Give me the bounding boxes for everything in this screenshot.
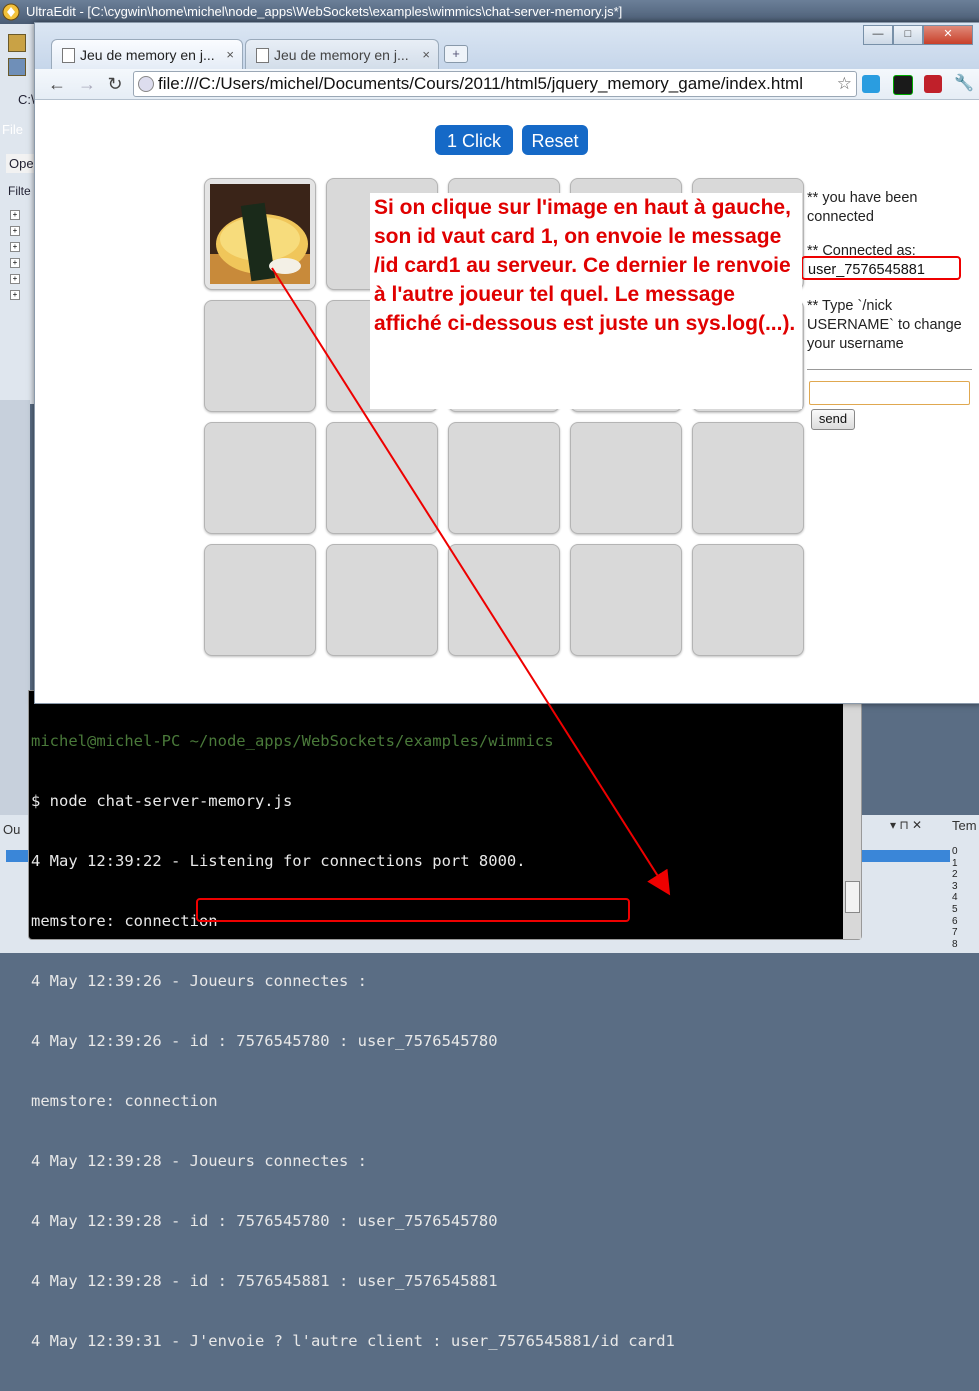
terminal-prompt-line: michel@michel-PC ~/node_apps/WebSockets/… xyxy=(31,732,554,750)
menu-file[interactable]: File xyxy=(2,122,23,137)
tree-expand-icon[interactable]: + xyxy=(10,242,20,252)
extension-icon[interactable] xyxy=(924,75,942,93)
tree-expand-icon[interactable]: + xyxy=(10,290,20,300)
terminal-line: 4 May 12:39:26 - id : 7576545780 : user_… xyxy=(31,1032,498,1050)
reset-button[interactable]: Reset xyxy=(522,125,588,155)
chat-input[interactable] xyxy=(809,381,970,405)
address-url: file:///C:/Users/michel/Documents/Cours/… xyxy=(158,74,803,93)
close-window-button[interactable]: ✕ xyxy=(923,25,973,45)
jquery-extension-icon[interactable] xyxy=(893,75,913,95)
ultraedit-app-icon xyxy=(2,3,20,21)
template-panel-label: Tem xyxy=(952,818,977,833)
scrollbar-thumb[interactable] xyxy=(845,881,860,913)
terminal-line: 4 May 12:39:28 - id : 7576545780 : user_… xyxy=(31,1212,498,1230)
output-label: Ou xyxy=(3,822,21,837)
card-16[interactable] xyxy=(204,544,316,656)
forward-button[interactable]: → xyxy=(75,72,99,96)
wrench-icon[interactable]: 🔧 xyxy=(954,75,974,93)
card-17[interactable] xyxy=(326,544,438,656)
browser-toolbar: ← → ↻ file:///C:/Users/michel/Documents/… xyxy=(35,69,979,100)
toolbar-icon[interactable] xyxy=(8,34,26,52)
connected-username: user_7576545881 xyxy=(801,256,961,280)
template-line-numbers: 0 1 2 3 4 5 6 7 8 xyxy=(952,846,958,950)
card-12[interactable] xyxy=(326,422,438,534)
ultraedit-side-strip xyxy=(0,400,30,815)
chat-message: ** you have been connected xyxy=(807,190,918,225)
output-selection xyxy=(6,850,28,862)
tree-expand-icon[interactable]: + xyxy=(10,258,20,268)
address-bar[interactable]: file:///C:/Users/michel/Documents/Cours/… xyxy=(133,71,857,97)
tab-memory-game-1[interactable]: Jeu de memory en j... × xyxy=(51,39,243,70)
terminal-scrollbar[interactable] xyxy=(843,691,861,939)
output-selection xyxy=(855,850,950,862)
terminal-line: memstore: connection xyxy=(31,1092,218,1110)
chat-divider xyxy=(807,369,972,370)
card-11[interactable] xyxy=(204,422,316,534)
tree-expand-icon[interactable]: + xyxy=(10,274,20,284)
open-tab[interactable]: Ope xyxy=(6,154,37,173)
page-icon xyxy=(62,48,75,63)
card-19[interactable] xyxy=(570,544,682,656)
terminal-line: 4 May 12:39:28 - id : 7576545881 : user_… xyxy=(31,1272,498,1290)
minimize-button[interactable]: — xyxy=(863,25,893,45)
close-icon[interactable]: × xyxy=(226,40,234,70)
back-button[interactable]: ← xyxy=(45,72,69,96)
terminal-line: $ node chat-server-memory.js xyxy=(31,792,293,810)
terminal-line: 4 May 12:39:22 - Listening for connectio… xyxy=(31,852,526,870)
tree-expand-icon[interactable]: + xyxy=(10,226,20,236)
card-18[interactable] xyxy=(448,544,560,656)
output-panel-controls[interactable]: ▾ ⊓ ✕ xyxy=(890,818,922,832)
terminal-line: 4 May 12:39:26 - Joueurs connectes : xyxy=(31,972,367,990)
tree-expand-icon[interactable]: + xyxy=(10,210,20,220)
globe-icon xyxy=(138,76,154,92)
reload-button[interactable]: ↻ xyxy=(103,72,127,96)
sushi-image xyxy=(210,184,310,284)
send-button[interactable]: send xyxy=(811,409,855,430)
card-20[interactable] xyxy=(692,544,804,656)
ultraedit-title: UltraEdit - [C:\cygwin\home\michel\node_… xyxy=(26,4,623,19)
tab-label: Jeu de memory en j... xyxy=(274,47,409,63)
skype-extension-icon[interactable] xyxy=(862,75,880,93)
terminal-highlight-box xyxy=(196,898,630,922)
card-1[interactable] xyxy=(204,178,316,290)
terminal-output: michel@michel-PC ~/node_apps/WebSockets/… xyxy=(31,691,831,1391)
bookmark-star-icon[interactable]: ☆ xyxy=(837,72,852,96)
cv-label: C:\ xyxy=(18,92,35,107)
new-tab-button[interactable]: + xyxy=(444,45,468,63)
terminal-line: 4 May 12:39:28 - Joueurs connectes : xyxy=(31,1152,367,1170)
card-6[interactable] xyxy=(204,300,316,412)
ultraedit-titlebar: UltraEdit - [C:\cygwin\home\michel\node_… xyxy=(0,0,979,24)
tab-label: Jeu de memory en j... xyxy=(80,47,215,63)
tab-strip: Jeu de memory en j... × Jeu de memory en… xyxy=(35,23,979,70)
annotation-note: Si on clique sur l'image en haut à gauch… xyxy=(370,193,802,409)
close-icon[interactable]: × xyxy=(422,40,430,70)
one-click-button[interactable]: 1 Click xyxy=(435,125,513,155)
tab-memory-game-2[interactable]: Jeu de memory en j... × xyxy=(245,39,439,70)
card-15[interactable] xyxy=(692,422,804,534)
toolbar-icon[interactable] xyxy=(8,58,26,76)
filter-label: Filte xyxy=(8,184,31,198)
terminal-line: 4 May 12:39:31 - J'envoie ? l'autre clie… xyxy=(31,1332,675,1350)
card-13[interactable] xyxy=(448,422,560,534)
page-icon xyxy=(256,48,269,63)
maximize-button[interactable]: □ xyxy=(893,25,923,45)
card-14[interactable] xyxy=(570,422,682,534)
chat-message: ** Type `/nick USERNAME` to change your … xyxy=(807,298,962,352)
